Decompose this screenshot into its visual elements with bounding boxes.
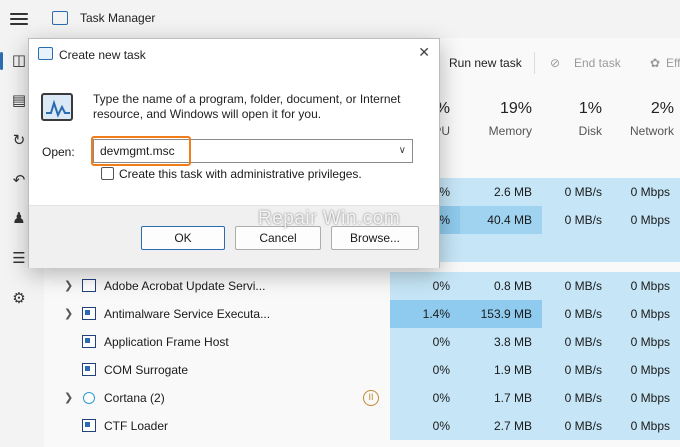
- process-name: Antimalware Service Executa...: [104, 307, 271, 321]
- cpu-cell: 0%: [390, 328, 460, 356]
- details-icon[interactable]: ☰: [8, 248, 30, 270]
- disk-cell: [542, 234, 612, 262]
- nav-active-indicator: [0, 52, 3, 70]
- memory-cell: 2.7 MB: [460, 412, 542, 440]
- title-bar: Task Manager: [0, 0, 680, 38]
- cpu-cell: 0%: [390, 412, 460, 440]
- memory-cell: 3.8 MB: [460, 328, 542, 356]
- disk-cell: 0 MB/s: [542, 300, 612, 328]
- disk-cell: 0 MB/s: [542, 178, 612, 206]
- process-name: Cortana (2): [104, 391, 165, 405]
- disk-cell: 0 MB/s: [542, 328, 612, 356]
- run-dialog-icon: [38, 47, 53, 60]
- hamburger-menu-icon[interactable]: [10, 10, 28, 26]
- disk-percent: 1%: [578, 100, 602, 117]
- process-name: Adobe Acrobat Update Servi...: [104, 279, 266, 293]
- processes-icon[interactable]: ◫: [8, 50, 30, 72]
- efficiency-button[interactable]: Eff: [666, 56, 680, 70]
- cpu-cell: 1.4%: [390, 300, 460, 328]
- process-service-icon: [82, 363, 96, 376]
- process-name: COM Surrogate: [104, 363, 189, 377]
- toolbar-separator: [534, 52, 535, 74]
- network-cell: 0 Mbps: [612, 178, 680, 206]
- memory-column-name: Memory: [488, 124, 532, 138]
- disk-cell: 0 MB/s: [542, 272, 612, 300]
- disk-cell: 0 MB/s: [542, 384, 612, 412]
- memory-cell: 1.9 MB: [460, 356, 542, 384]
- disk-cell: 0 MB/s: [542, 412, 612, 440]
- memory-cell: 0.8 MB: [460, 272, 542, 300]
- network-cell: 0 Mbps: [612, 300, 680, 328]
- highlight-annotation: [91, 136, 191, 166]
- chevron-down-icon[interactable]: ∨: [399, 140, 406, 162]
- table-row[interactable]: COM Surrogate 0% 1.9 MB 0 MB/s 0 Mbps: [44, 356, 680, 384]
- dialog-title: Create new task: [59, 48, 146, 62]
- cpu-cell: 0%: [390, 272, 460, 300]
- disk-column-header[interactable]: 1% Disk: [542, 100, 612, 138]
- memory-column-header[interactable]: 19% Memory: [460, 100, 542, 138]
- cpu-cell: 0%: [390, 356, 460, 384]
- process-name: Application Frame Host: [104, 335, 229, 349]
- table-row[interactable]: ❯ Adobe Acrobat Update Servi... 0% 0.8 M…: [44, 272, 680, 300]
- app-history-icon[interactable]: ↻: [8, 130, 30, 152]
- network-column-header[interactable]: 2% Network: [612, 100, 680, 138]
- startup-apps-icon[interactable]: ↶: [8, 170, 30, 192]
- create-new-task-dialog: Create new task ✕ Type the name of a pro…: [28, 38, 440, 268]
- disk-cell: 0 MB/s: [542, 356, 612, 384]
- network-cell: 0 Mbps: [612, 356, 680, 384]
- network-cell: 0 Mbps: [612, 412, 680, 440]
- network-cell: 0 Mbps: [612, 384, 680, 412]
- run-program-icon: [41, 93, 73, 121]
- disk-column-name: Disk: [578, 124, 602, 138]
- network-cell: 0 Mbps: [612, 206, 680, 234]
- cpu-cell: 0%: [390, 384, 460, 412]
- cortana-icon: [83, 392, 95, 404]
- admin-privileges-label: Create this task with administrative pri…: [119, 167, 362, 181]
- table-row[interactable]: ❯ Antimalware Service Executa... 1.4% 15…: [44, 300, 680, 328]
- memory-cell: 1.7 MB: [460, 384, 542, 412]
- services-icon[interactable]: ⚙: [8, 288, 30, 310]
- table-row[interactable]: Application Frame Host 0% 3.8 MB 0 MB/s …: [44, 328, 680, 356]
- memory-cell: [460, 234, 542, 262]
- network-column-name: Network: [629, 124, 674, 138]
- run-new-task-button[interactable]: Run new task: [449, 56, 522, 70]
- end-task-button[interactable]: End task: [574, 56, 621, 70]
- process-window-icon: [82, 279, 96, 292]
- process-service-icon: [82, 307, 96, 320]
- network-cell: 0 Mbps: [612, 328, 680, 356]
- efficiency-icon: ✿: [650, 56, 661, 70]
- table-row[interactable]: CTF Loader 0% 2.7 MB 0 MB/s 0 Mbps: [44, 412, 680, 440]
- network-cell: 0 Mbps: [612, 272, 680, 300]
- memory-percent: 19%: [499, 100, 532, 117]
- admin-privileges-checkbox[interactable]: [101, 167, 114, 180]
- task-manager-app-icon: [52, 11, 68, 25]
- table-row[interactable]: ❯ Cortana (2) II 0% 1.7 MB 0 MB/s 0 Mbps: [44, 384, 680, 412]
- network-cell: [612, 234, 680, 262]
- open-label: Open:: [42, 145, 75, 159]
- expand-chevron-icon[interactable]: ❯: [64, 272, 73, 300]
- process-service-icon: [82, 335, 96, 348]
- users-icon[interactable]: ♟: [8, 208, 30, 230]
- memory-cell: 40.4 MB: [460, 206, 542, 234]
- memory-cell: 2.6 MB: [460, 178, 542, 206]
- window-title: Task Manager: [80, 11, 156, 25]
- process-name: CTF Loader: [104, 419, 169, 433]
- ok-button[interactable]: OK: [141, 226, 225, 250]
- expand-chevron-icon[interactable]: ❯: [64, 384, 73, 412]
- close-icon[interactable]: ✕: [418, 44, 430, 61]
- disk-cell: 0 MB/s: [542, 206, 612, 234]
- performance-icon[interactable]: ▤: [8, 90, 30, 112]
- network-percent: 2%: [650, 100, 674, 117]
- memory-cell: 153.9 MB: [460, 300, 542, 328]
- expand-chevron-icon[interactable]: ❯: [64, 300, 73, 328]
- process-service-icon: [82, 419, 96, 432]
- watermark-text: Repair Win.com: [258, 208, 401, 229]
- suspended-status-icon: II: [363, 390, 379, 406]
- dialog-description: Type the name of a program, folder, docu…: [93, 92, 401, 121]
- end-task-icon: ⊘: [550, 56, 561, 70]
